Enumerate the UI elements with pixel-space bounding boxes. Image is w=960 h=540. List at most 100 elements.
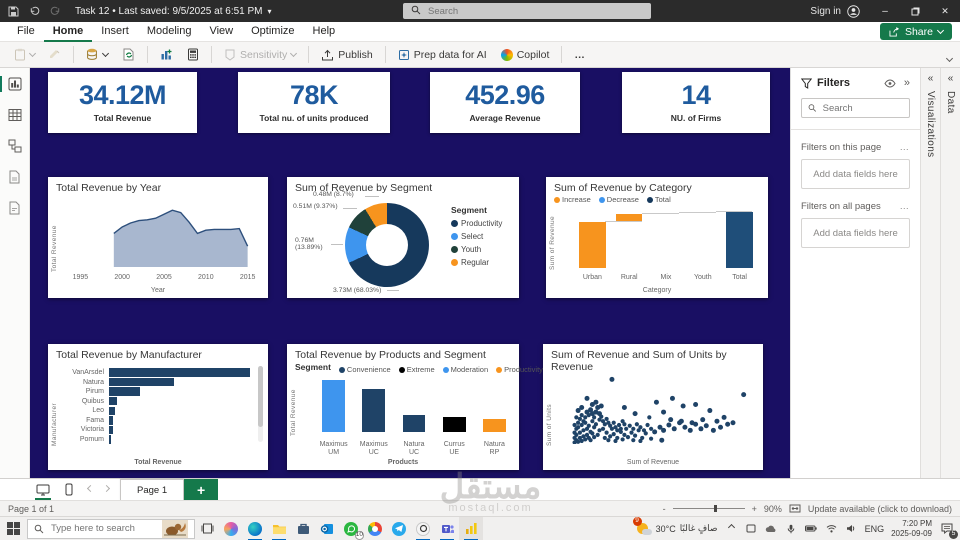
column-bar[interactable] <box>443 417 466 432</box>
tray-network-icon[interactable] <box>825 524 838 533</box>
scatter-point[interactable] <box>700 417 705 422</box>
sign-in-button[interactable]: Sign in <box>800 5 870 18</box>
update-available-link[interactable]: Update available (click to download) <box>808 504 952 514</box>
get-data-button[interactable] <box>80 45 114 64</box>
scatter-point[interactable] <box>711 428 716 433</box>
bar[interactable] <box>109 426 113 435</box>
scatter-point[interactable] <box>592 435 596 439</box>
waterfall-bar[interactable] <box>726 212 752 268</box>
new-page-button[interactable]: + <box>184 479 218 501</box>
share-button[interactable]: Share <box>880 23 952 40</box>
scatter-point[interactable] <box>681 404 686 409</box>
tray-battery-icon[interactable] <box>805 525 818 532</box>
scatter-point[interactable] <box>572 431 576 435</box>
scatter-point[interactable] <box>576 421 580 425</box>
dax-query-view-button[interactable] <box>6 169 24 185</box>
bar[interactable] <box>109 368 250 377</box>
legend-item[interactable]: Youth <box>451 245 513 254</box>
chart-scrollbar[interactable] <box>258 366 263 442</box>
new-visual-button[interactable] <box>154 45 179 64</box>
app-icon-whatsapp[interactable]: 10 <box>339 517 363 540</box>
add-data-fields-dropzone[interactable]: Add data fields here <box>801 159 910 189</box>
scatter-point[interactable] <box>638 425 642 429</box>
scatter-point[interactable] <box>621 437 625 441</box>
scatter-point[interactable] <box>718 425 723 430</box>
scatter-point[interactable] <box>605 431 609 435</box>
scatter-point[interactable] <box>633 434 637 438</box>
area-fill[interactable] <box>114 210 248 267</box>
bar[interactable] <box>109 416 113 425</box>
scatter-point[interactable] <box>652 429 657 434</box>
scatter-point[interactable] <box>704 423 709 428</box>
legend-item[interactable]: Total <box>647 195 671 204</box>
prep-data-ai-button[interactable]: Prep data for AI <box>392 46 493 64</box>
scatter-point[interactable] <box>590 402 595 407</box>
scatter-point[interactable] <box>635 422 639 426</box>
publish-button[interactable]: Publish <box>315 46 378 64</box>
scatter-point[interactable] <box>609 377 614 382</box>
scatter-point[interactable] <box>612 432 616 436</box>
restore-button[interactable] <box>900 0 930 22</box>
kpi-card-average-revenue[interactable]: 452.96 Average Revenue <box>430 72 580 133</box>
menu-view[interactable]: View <box>200 22 242 42</box>
scatter-point[interactable] <box>659 438 664 443</box>
scatter-point[interactable] <box>649 427 653 431</box>
scatter-point[interactable] <box>576 440 580 444</box>
legend-item[interactable]: Select <box>451 232 513 241</box>
menu-optimize[interactable]: Optimize <box>242 22 303 42</box>
scatter-point[interactable] <box>631 427 635 431</box>
scatter-point[interactable] <box>722 415 727 420</box>
chart-revenue-by-products[interactable]: Total Revenue by Products and Segment Se… <box>287 344 519 470</box>
scatter-point[interactable] <box>578 431 582 435</box>
tray-expand-icon[interactable] <box>725 527 738 530</box>
scatter-point[interactable] <box>594 422 598 426</box>
next-page-button[interactable] <box>98 488 114 491</box>
collapse-ribbon-button[interactable] <box>947 52 952 64</box>
taskbar-search-box[interactable] <box>27 519 195 539</box>
app-icon-file-explorer[interactable] <box>267 517 291 540</box>
tmdl-view-button[interactable] <box>6 200 24 216</box>
scatter-point[interactable] <box>605 417 609 421</box>
scatter-point[interactable] <box>587 424 591 428</box>
scatter-point[interactable] <box>631 438 635 442</box>
chart-revenue-by-segment[interactable]: Sum of Revenue by Segment 3.73M (68.03%)… <box>287 177 519 298</box>
scatter-point[interactable] <box>730 420 735 425</box>
paste-button[interactable] <box>8 45 41 64</box>
scatter-point[interactable] <box>672 426 677 431</box>
kpi-card-units-produced[interactable]: 78K Total nu. of units produced <box>238 72 390 133</box>
expand-pane-icon[interactable]: « <box>948 73 954 84</box>
app-icon-outlook[interactable] <box>315 517 339 540</box>
desktop-view-button[interactable] <box>30 479 56 501</box>
copilot-button[interactable]: Copilot <box>495 46 556 64</box>
scatter-point[interactable] <box>624 427 628 431</box>
report-view-button[interactable] <box>6 76 24 92</box>
model-view-button[interactable] <box>6 138 24 154</box>
visualizations-pane-collapsed[interactable]: « Visualizations <box>920 68 940 478</box>
page-tab-page1[interactable]: Page 1 <box>120 479 184 501</box>
section-more-icon[interactable]: … <box>900 201 911 212</box>
scatter-point[interactable] <box>574 427 578 431</box>
zoom-slider-thumb[interactable] <box>714 505 717 512</box>
collapse-filters-icon[interactable]: » <box>904 77 910 89</box>
scatter-point[interactable] <box>649 437 653 441</box>
prev-page-button[interactable] <box>82 488 98 491</box>
notification-center-button[interactable]: 5 <box>939 521 955 537</box>
scatter-point[interactable] <box>612 421 616 425</box>
legend-item[interactable]: Extreme <box>399 365 435 374</box>
column-bar[interactable] <box>362 389 385 432</box>
app-icon-teams[interactable] <box>435 517 459 540</box>
scatter-point[interactable] <box>622 433 626 437</box>
scatter-point[interactable] <box>580 413 584 417</box>
app-icon-chatgpt[interactable] <box>411 517 435 540</box>
scatter-point[interactable] <box>741 392 746 397</box>
scatter-point[interactable] <box>608 434 612 438</box>
filters-search-input[interactable] <box>821 102 903 115</box>
minimize-button[interactable]: – <box>870 0 900 22</box>
scatter-point[interactable] <box>622 405 627 410</box>
scatter-point[interactable] <box>690 420 695 425</box>
chart-revenue-by-manufacturer[interactable]: Total Revenue by Manufacturer Manufactur… <box>48 344 268 470</box>
scatter-point[interactable] <box>574 415 578 419</box>
transform-data-button[interactable] <box>116 45 141 64</box>
titlebar-search-input[interactable] <box>426 5 643 18</box>
expand-pane-icon[interactable]: « <box>928 73 934 84</box>
